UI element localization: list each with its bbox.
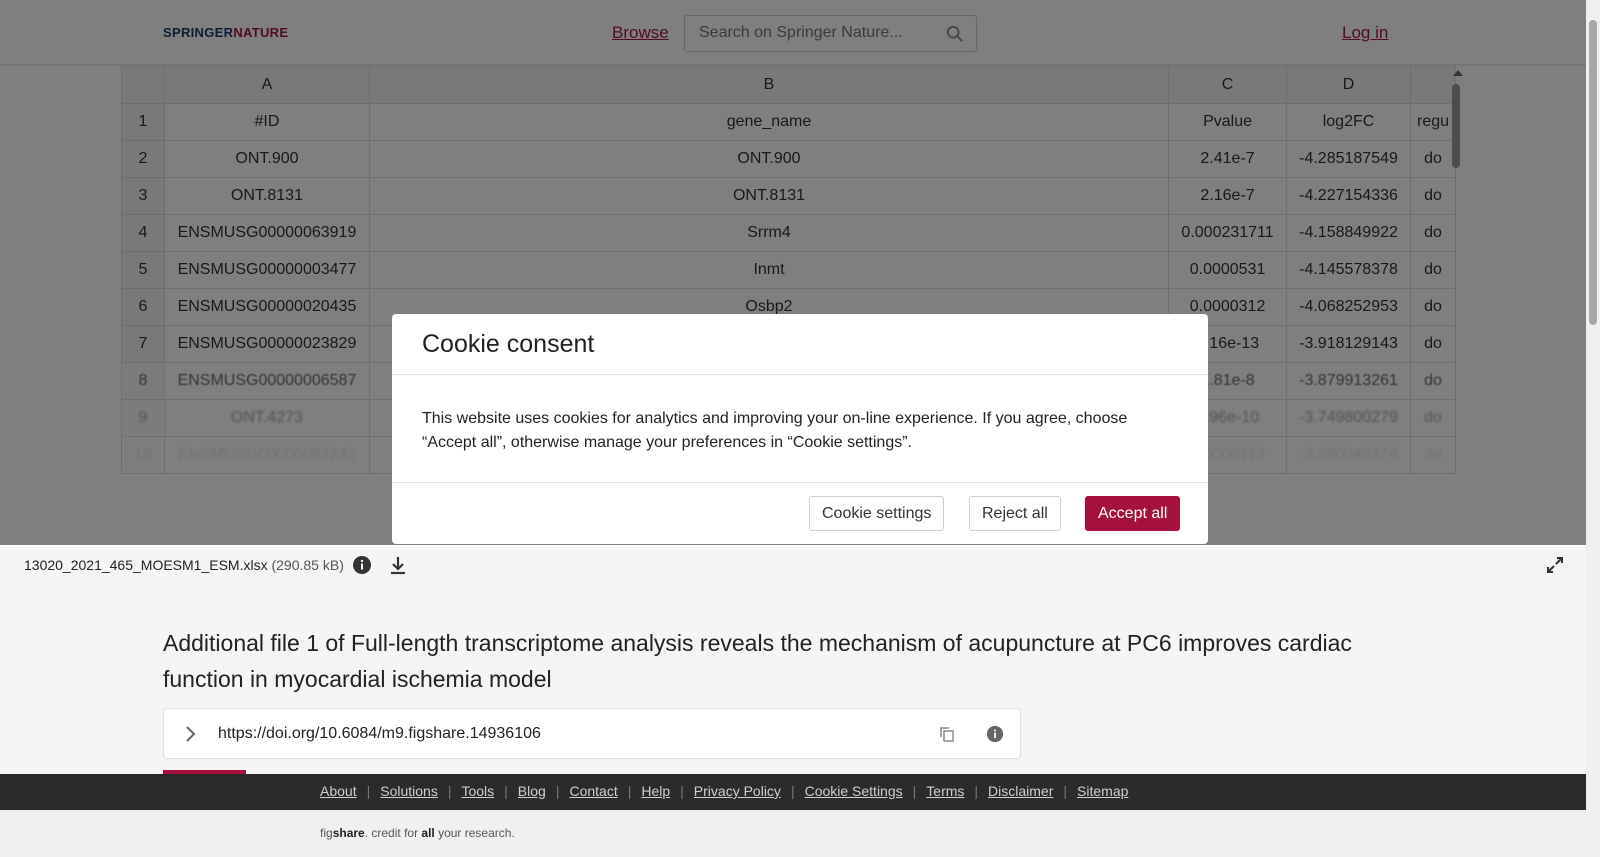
cookie-dialog-title: Cookie consent [392,314,1208,375]
footer-link-sitemap[interactable]: Sitemap [1077,783,1128,799]
footer-separator: | [680,783,684,799]
info-icon[interactable] [352,555,372,575]
footer-link-tools[interactable]: Tools [461,783,494,799]
footer-separator: | [555,783,560,799]
copy-icon[interactable] [938,725,956,743]
footer-separator: | [974,783,979,799]
file-bar: 13020_2021_465_MOESM1_ESM.xlsx (290.85 k… [0,547,1586,583]
cookie-dialog-body: This website uses cookies for analytics … [392,375,1208,483]
file-name: 13020_2021_465_MOESM1_ESM.xlsx (290.85 k… [24,557,344,573]
doi-info-icon[interactable] [986,725,1004,743]
footer-separator: | [912,783,917,799]
doi-link[interactable]: https://doi.org/10.6084/m9.figshare.1493… [218,725,541,743]
footer-links: About | Solutions | Tools | Blog | Contact | Help |… [320,783,1128,799]
footer-separator: | [790,783,795,799]
download-icon[interactable] [388,555,408,575]
page-title: Additional file 1 of Full-length transcr… [163,630,1352,692]
reject-all-button[interactable]: Reject all [969,496,1061,531]
chevron-right-icon[interactable] [182,725,198,743]
fullscreen-icon[interactable] [1545,555,1565,575]
accept-all-button[interactable]: Accept all [1085,496,1181,531]
doi-box: https://doi.org/10.6084/m9.figshare.1493… [163,708,1021,759]
footer-separator: | [447,783,452,799]
footer-link-disclaimer[interactable]: Disclaimer [988,783,1053,799]
footer-bottom: figshare. credit for all your research. [0,810,1586,857]
footer-link-blog[interactable]: Blog [518,783,546,799]
footer-separator: | [1063,783,1068,799]
cookie-dialog-footer: Cookie settings Reject all Accept all [392,483,1208,543]
footer-link-cookie-settings[interactable]: Cookie Settings [805,783,903,799]
page-scroll-thumb[interactable] [1589,20,1597,325]
footer-link-help[interactable]: Help [641,783,670,799]
cookie-consent-dialog: Cookie consent This website uses cookies… [392,314,1208,544]
cookie-settings-button[interactable]: Cookie settings [809,496,945,531]
figshare-tagline: figshare. credit for all your research. [320,826,515,840]
footer-links-bar: About | Solutions | Tools | Blog | Contact | Help |… [0,774,1586,810]
footer-link-privacy-policy[interactable]: Privacy Policy [694,783,781,799]
footer-separator: | [366,783,371,799]
page-scrollbar[interactable] [1586,0,1600,857]
footer-separator: | [627,783,632,799]
footer-separator: | [504,783,508,799]
footer-link-about[interactable]: About [320,783,357,799]
footer-link-terms[interactable]: Terms [926,783,964,799]
file-size: (290.85 kB) [271,557,344,573]
footer-link-solutions[interactable]: Solutions [380,783,438,799]
footer-link-contact[interactable]: Contact [569,783,617,799]
